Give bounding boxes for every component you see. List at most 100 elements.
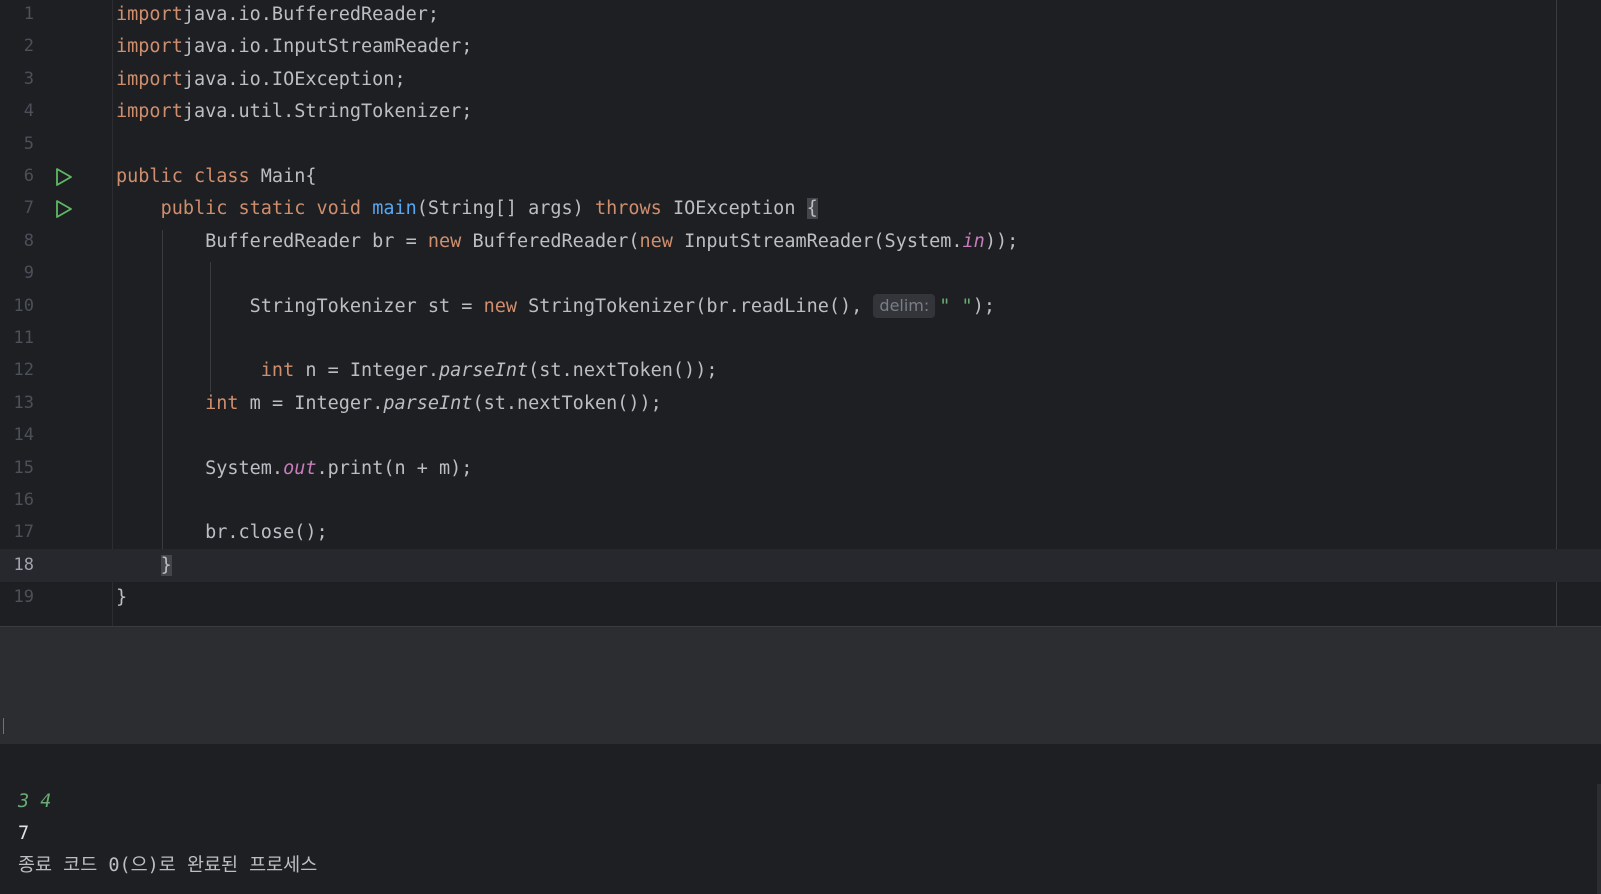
code-line[interactable]: 4 importjava.util.StringTokenizer; — [0, 95, 1601, 128]
line-number[interactable]: 14 — [0, 419, 34, 452]
line-number[interactable]: 8 — [0, 225, 34, 258]
code-line[interactable]: 16 — [0, 484, 1601, 517]
line-number[interactable]: 15 — [0, 452, 34, 485]
code-token: import — [116, 4, 183, 25]
code-token: parseInt — [439, 360, 529, 382]
code-line[interactable]: 6 public class Main{ — [0, 160, 1601, 193]
code-line[interactable]: 3 importjava.io.IOException; — [0, 63, 1601, 96]
code-token: throws — [594, 198, 673, 220]
code-token: java.io.IOException; — [182, 68, 406, 90]
line-number[interactable]: 13 — [0, 387, 34, 420]
run-gutter-icon[interactable] — [54, 167, 74, 187]
code-text: importjava.io.IOException; — [116, 63, 406, 96]
line-number[interactable]: 5 — [0, 128, 34, 161]
code-line[interactable]: 5 — [0, 128, 1601, 161]
code-line[interactable]: 15 System.out.print(n + m); — [0, 452, 1601, 485]
code-token: Main{ — [260, 166, 317, 187]
code-text: int n = Integer.parseInt(st.nextToken())… — [116, 354, 718, 387]
code-text: BufferedReader br = new BufferedReader(n… — [116, 225, 1018, 258]
line-number[interactable]: 3 — [0, 63, 34, 96]
panel-divider — [0, 626, 1601, 627]
code-token: StringTokenizer(br.readLine(), — [528, 295, 874, 317]
line-number[interactable]: 17 — [0, 516, 34, 549]
code-token: new — [639, 230, 685, 252]
line-number[interactable]: 4 — [0, 95, 34, 128]
run-console[interactable]: 3 4 7 종료 코드 0(으)로 완료된 프로세스 — [0, 744, 1601, 894]
code-text: } — [116, 549, 172, 582]
code-token: System. — [116, 457, 284, 479]
code-token: " " — [939, 295, 973, 317]
code-token: int — [205, 392, 250, 414]
code-line[interactable]: 18 } — [0, 548, 1601, 582]
code-token: .print(n + m); — [316, 457, 473, 479]
editor-tool-separator-area — [0, 626, 1601, 744]
code-text: StringTokenizer st = new StringTokenizer… — [116, 290, 995, 323]
console-process-status: 종료 코드 0(으)로 완료된 프로세스 — [18, 855, 318, 876]
code-token: main — [372, 198, 417, 220]
console-input-echo: 3 4 — [18, 791, 52, 812]
code-token: m = Integer. — [249, 392, 384, 414]
code-line[interactable]: 19} — [0, 581, 1601, 614]
line-number[interactable]: 11 — [0, 322, 34, 355]
code-editor[interactable]: 1 importjava.io.BufferedReader; 2 importjav… — [0, 0, 1601, 626]
line-number[interactable]: 7 — [0, 192, 34, 225]
code-token: int — [260, 360, 306, 382]
run-gutter-icon[interactable] — [54, 199, 74, 219]
code-token: public class — [116, 166, 261, 187]
code-text: System.out.print(n + m); — [116, 452, 472, 485]
code-token: import — [116, 36, 183, 58]
code-line[interactable]: 2 importjava.io.InputStreamReader; — [0, 30, 1601, 63]
code-token: parseInt — [383, 392, 473, 414]
code-token: java.io.InputStreamReader; — [182, 36, 473, 58]
code-token: ); — [972, 295, 995, 317]
code-line[interactable]: 8 BufferedReader br = new BufferedReader… — [0, 225, 1601, 258]
line-number[interactable]: 16 — [0, 484, 34, 517]
code-token: public static void — [160, 198, 373, 220]
resize-handle[interactable] — [3, 718, 4, 734]
matched-brace: } — [160, 554, 172, 576]
code-token: } — [116, 587, 128, 609]
line-number[interactable]: 18 — [0, 549, 34, 582]
matched-brace: { — [806, 198, 818, 220]
line-number[interactable]: 2 — [0, 30, 34, 63]
code-token: new — [483, 295, 529, 317]
code-line[interactable]: 1 importjava.io.BufferedReader; — [0, 0, 1601, 31]
code-line[interactable]: 10 StringTokenizer st = new StringTokeni… — [0, 290, 1601, 323]
line-number[interactable]: 19 — [0, 581, 34, 614]
line-number[interactable]: 1 — [0, 0, 34, 31]
code-text: br.close(); — [116, 516, 328, 549]
code-token: java.io.BufferedReader; — [182, 4, 440, 25]
code-line[interactable]: 17 br.close(); — [0, 516, 1601, 549]
code-token: InputStreamReader(System. — [684, 230, 963, 252]
code-text: importjava.util.StringTokenizer; — [116, 95, 472, 128]
code-line[interactable]: 7 public static void main(String[] args)… — [0, 192, 1601, 225]
code-token: )); — [984, 230, 1019, 252]
line-number[interactable]: 6 — [0, 160, 34, 193]
code-token: (st.nextToken()); — [528, 360, 718, 382]
code-token: import — [116, 68, 183, 90]
code-token: out — [283, 457, 317, 479]
code-line[interactable]: 9 — [0, 257, 1601, 290]
code-text: } — [116, 581, 127, 614]
console-scrollbar[interactable] — [1597, 784, 1601, 894]
code-line[interactable]: 11 — [0, 322, 1601, 355]
code-line[interactable]: 14 — [0, 419, 1601, 452]
line-number[interactable]: 10 — [0, 290, 34, 323]
code-token: n = Integer. — [305, 360, 440, 382]
code-line[interactable]: 12 int n = Integer.parseInt(st.nextToken… — [0, 354, 1601, 387]
line-number[interactable]: 12 — [0, 354, 34, 387]
code-token: in — [962, 230, 985, 252]
code-token: import — [116, 101, 183, 123]
parameter-name-hint: delim: — [873, 293, 936, 318]
code-token: new — [427, 230, 473, 252]
code-token: java.util.StringTokenizer; — [182, 101, 473, 123]
code-line[interactable]: 13 int m = Integer.parseInt(st.nextToken… — [0, 387, 1601, 420]
code-token: br.close(); — [116, 522, 328, 544]
code-token: StringTokenizer st = — [116, 295, 484, 317]
line-number[interactable]: 9 — [0, 257, 34, 290]
code-token: (st.nextToken()); — [472, 392, 662, 414]
